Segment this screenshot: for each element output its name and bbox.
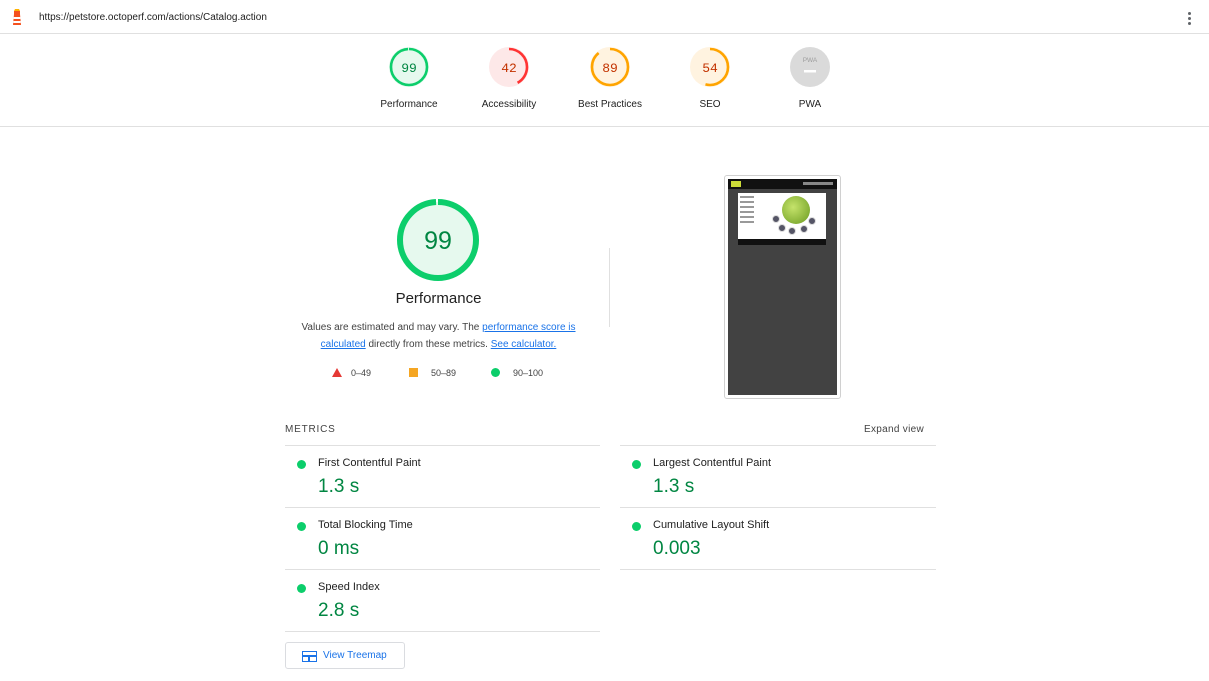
category-best-practices[interactable]: 89 Best Practices [565, 46, 655, 110]
legend-fail: 0–49 [332, 368, 371, 378]
category-label: PWA [798, 99, 822, 110]
metric-value: 0 ms [318, 538, 360, 559]
metric-cumulative-layout-shift: Cumulative Layout Shift 0.003 [620, 508, 935, 570]
score-value: 99 [401, 61, 417, 76]
metric-value: 1.3 s [653, 476, 695, 497]
metrics-heading: METRICS [285, 424, 336, 435]
performance-description: Values are estimated and may vary. The p… [290, 319, 587, 353]
legend-fail-label: 0–49 [351, 368, 372, 378]
view-treemap-label: View Treemap [323, 650, 387, 661]
score-value: 42 [501, 61, 517, 76]
metric-speed-index: Speed Index 2.8 s [285, 570, 600, 632]
pass-dot-icon [632, 460, 641, 469]
category-performance[interactable]: 99 Performance [364, 46, 454, 110]
legend-average-label: 50–89 [431, 368, 457, 378]
more-menu-icon[interactable] [1188, 12, 1192, 26]
see-calculator-link[interactable]: See calculator. [491, 339, 557, 350]
metric-value: 1.3 s [318, 476, 360, 497]
category-label: Best Practices [578, 99, 642, 110]
category-accessibility[interactable]: 42 Accessibility [464, 46, 554, 110]
pwa-badge-icon: PWA [790, 47, 830, 87]
legend-average: 50–89 [409, 368, 456, 378]
metric-name: First Contentful Paint [318, 457, 421, 469]
metric-largest-contentful-paint: Largest Contentful Paint 1.3 s [620, 446, 935, 508]
metric-total-blocking-time: Total Blocking Time 0 ms [285, 508, 600, 570]
page-url: https://petstore.octoperf.com/actions/Ca… [39, 12, 267, 23]
desc-text: Values are estimated and may vary. The [301, 322, 483, 333]
category-label: Accessibility [481, 99, 537, 110]
category-seo[interactable]: 54 SEO [665, 46, 755, 110]
metric-name: Speed Index [318, 581, 380, 593]
score-gauge: 99 [389, 47, 429, 87]
divider [285, 631, 600, 632]
metric-first-contentful-paint: First Contentful Paint 1.3 s [285, 446, 600, 508]
view-treemap-button[interactable]: View Treemap [285, 642, 405, 669]
pass-dot-icon [297, 522, 306, 531]
legend-pass: 90–100 [491, 368, 543, 378]
category-label: SEO [699, 99, 721, 110]
lighthouse-logo-icon [13, 9, 21, 25]
final-screenshot[interactable] [724, 175, 841, 399]
screenshot-image [728, 179, 837, 395]
metric-name: Cumulative Layout Shift [653, 519, 770, 531]
score-value: 89 [602, 61, 618, 76]
pass-dot-icon [297, 584, 306, 593]
expand-view-toggle[interactable]: Expand view [864, 424, 924, 435]
category-label: Performance [380, 99, 438, 110]
circle-icon [491, 368, 500, 377]
treemap-icon [302, 651, 317, 662]
pass-dot-icon [632, 522, 641, 531]
pwa-badge-text: PWA [803, 57, 818, 64]
metric-value: 2.8 s [318, 600, 360, 621]
metric-name: Total Blocking Time [318, 519, 413, 531]
score-gauge: 89 [590, 47, 630, 87]
score-gauge: 54 [690, 47, 730, 87]
score-header: 99 Performance 42 Accessibility 89 Best Pract… [0, 34, 1209, 127]
score-value: 54 [702, 61, 718, 76]
url-bar: https://petstore.octoperf.com/actions/Ca… [0, 0, 1209, 34]
metric-value: 0.003 [653, 538, 701, 559]
desc-text: directly from these metrics. [365, 339, 491, 350]
legend-pass-label: 90–100 [513, 368, 544, 378]
category-pwa[interactable]: PWA PWA [765, 46, 855, 110]
performance-gauge: 99 [397, 199, 479, 281]
performance-score: 99 [424, 227, 452, 255]
triangle-icon [332, 368, 342, 377]
divider [609, 248, 610, 327]
metric-name: Largest Contentful Paint [653, 457, 772, 469]
pass-dot-icon [297, 460, 306, 469]
square-icon [409, 368, 418, 377]
performance-title: Performance [395, 290, 482, 307]
score-gauge: 42 [489, 47, 529, 87]
divider [620, 569, 936, 570]
